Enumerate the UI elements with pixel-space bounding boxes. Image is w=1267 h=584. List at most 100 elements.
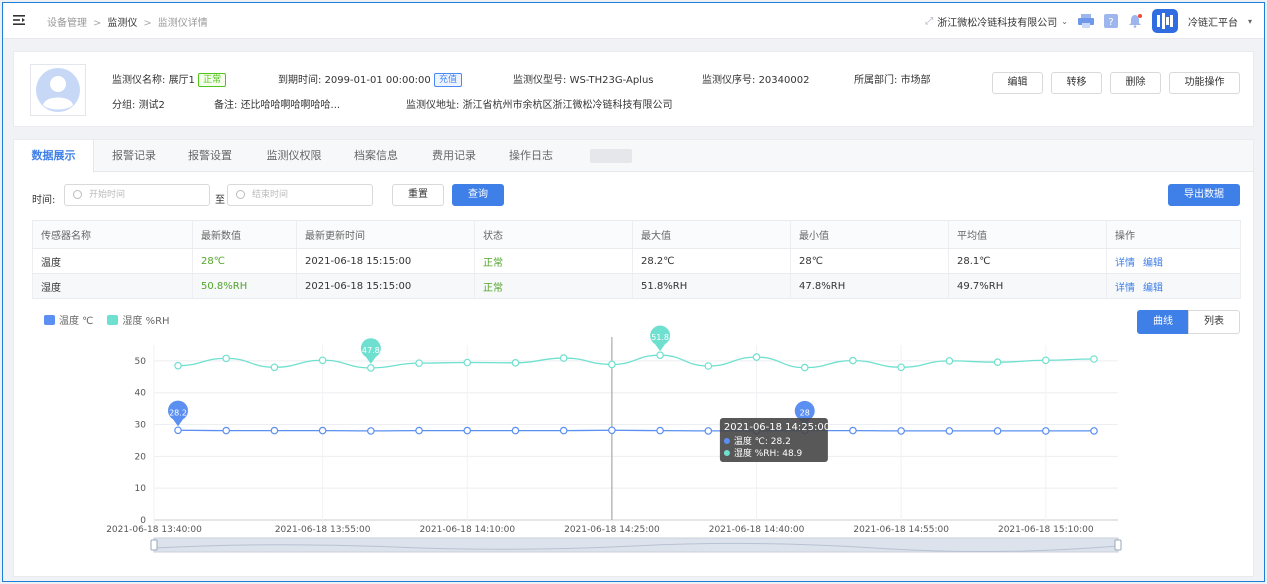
serial-label: 监测仪序号:: [702, 75, 756, 86]
tooltip-title: 2021-06-18 14:25:00: [724, 422, 830, 433]
marker-label: 51.8: [651, 333, 669, 342]
tooltip-swatch: [723, 438, 730, 444]
y-tick-label: 20: [135, 452, 147, 462]
svg-text:?: ?: [1108, 17, 1113, 28]
remark-field: 备注: 还比哈哈啊哈啊哈哈...: [214, 96, 340, 111]
data-point: [415, 426, 423, 435]
group-value: 测试2: [138, 100, 165, 111]
data-point: [704, 427, 713, 435]
x-tick-label: 2021-06-18 14:40:00: [709, 525, 805, 535]
x-tick-label: 2021-06-18 14:10:00: [419, 525, 515, 535]
data-point: [174, 361, 182, 370]
data-point: [945, 357, 954, 365]
y-tick-label: 40: [135, 389, 147, 399]
device-info-card: 监测仪名称: 展厅1 正常 到期时间: 2099-01-01 00:00:00 …: [13, 51, 1254, 127]
x-tick-label: 2021-06-18 14:25:00: [564, 525, 660, 535]
top-bar: 设备管理 > 监测仪 > 监测仪详情 ⤢ 浙江微松冷链科技有限公司 ⌄ ? 冷链汇平台 …: [3, 3, 1264, 39]
data-point: [608, 426, 616, 435]
group-label: 分组:: [112, 100, 136, 111]
serial-field: 监测仪序号: 20340002: [702, 71, 809, 86]
data-point: [849, 356, 857, 365]
device-name-label: 监测仪名称:: [112, 75, 166, 86]
x-tick-label: 2021-06-18 13:40:00: [106, 525, 202, 535]
data-point: [752, 353, 761, 361]
model-value: WS-TH23G-Aplus: [569, 75, 654, 86]
zoom-handle-right[interactable]: [1114, 539, 1122, 551]
dept-field: 所属部门: 市场部: [854, 71, 931, 86]
marker-label: 47.8: [362, 346, 380, 355]
top-right-area: ⤢ 浙江微松冷链科技有限公司 ⌄ ? 冷链汇平台 ▾: [925, 9, 1252, 33]
help-icon[interactable]: ?: [1103, 14, 1118, 28]
address-label: 监测仪地址:: [406, 100, 460, 111]
series-line-0: [177, 429, 1094, 432]
breadcrumb-device-management[interactable]: 设备管理: [47, 18, 87, 29]
x-tick-label: 2021-06-18 15:10:00: [998, 525, 1094, 535]
data-point: [897, 363, 905, 372]
breadcrumb: 设备管理 > 监测仪 > 监测仪详情: [47, 14, 208, 29]
y-tick-label: 10: [135, 484, 147, 494]
data-point: [463, 358, 472, 367]
device-avatar: [30, 64, 86, 116]
breadcrumb-separator: >: [143, 18, 152, 29]
data-point: [945, 427, 954, 435]
company-name: 浙江微松冷链科技有限公司: [937, 17, 1058, 29]
remark-label: 备注:: [214, 100, 238, 111]
data-point: [897, 427, 905, 435]
user-avatar-icon: [36, 68, 80, 112]
tooltip-line: 湿度 %RH: 48.9: [734, 447, 803, 459]
breadcrumb-monitor-detail: 监测仪详情: [157, 18, 208, 29]
breadcrumb-separator: >: [93, 18, 102, 29]
data-point: [656, 426, 664, 435]
recharge-button[interactable]: 充值: [433, 73, 462, 87]
data-point: [1090, 355, 1098, 363]
platform-name[interactable]: 冷链汇平台: [1188, 14, 1238, 29]
group-field: 分组: 测试2: [112, 96, 165, 111]
marker-label: 28: [800, 409, 810, 418]
expire-field: 到期时间: 2099-01-01 00:00:00 充值: [278, 71, 462, 87]
address-field: 监测仪地址: 浙江省杭州市余杭区浙江微松冷链科技有限公司: [406, 96, 673, 111]
address-value: 浙江省杭州市余杭区浙江微松冷链科技有限公司: [462, 100, 673, 111]
data-point: [270, 363, 279, 372]
expire-label: 到期时间:: [278, 75, 322, 86]
edit-button[interactable]: 编辑: [992, 72, 1043, 94]
data-point: [1090, 427, 1098, 435]
data-point: [367, 364, 375, 372]
marker-label: 28.2: [169, 408, 187, 417]
caret-down-icon[interactable]: ▾: [1248, 17, 1252, 26]
sensor-line-chart[interactable]: 010203040502021-06-18 13:40:00 2021-06-18…: [14, 140, 1255, 578]
fullscreen-icon[interactable]: ⤢: [925, 16, 933, 27]
notification-bell-icon[interactable]: [1128, 14, 1142, 28]
data-point: [222, 426, 231, 435]
model-label: 监测仪型号:: [513, 75, 567, 86]
data-point: [993, 358, 1002, 366]
y-tick-label: 30: [135, 421, 147, 431]
functions-button[interactable]: 功能操作: [1169, 72, 1240, 94]
data-point: [318, 426, 327, 435]
y-tick-label: 50: [135, 357, 147, 367]
tooltip-line: 温度 ℃: 28.2: [734, 435, 791, 447]
zoom-handle-left[interactable]: [150, 539, 158, 551]
data-point: [270, 426, 279, 435]
data-point: [608, 360, 616, 369]
data-point: [849, 426, 857, 435]
remark-value: 还比哈哈啊哈啊哈哈...: [240, 100, 341, 111]
data-point: [174, 426, 182, 435]
x-tick-label: 2021-06-18 13:55:00: [275, 525, 371, 535]
menu-toggle-icon[interactable]: [13, 15, 25, 25]
data-point: [993, 427, 1002, 435]
data-point: [367, 427, 375, 435]
data-point: [559, 426, 568, 435]
company-switcher[interactable]: ⤢ 浙江微松冷链科技有限公司 ⌄: [925, 14, 1068, 29]
status-badge: 正常: [198, 73, 227, 87]
breadcrumb-monitor[interactable]: 监测仪: [107, 18, 137, 29]
data-point: [1041, 427, 1050, 435]
delete-button[interactable]: 删除: [1110, 72, 1161, 94]
model-field: 监测仪型号: WS-TH23G-Aplus: [513, 71, 654, 86]
data-point: [656, 351, 664, 359]
data-point: [415, 359, 423, 367]
expire-value: 2099-01-01 00:00:00: [324, 75, 431, 86]
printer-icon[interactable]: [1077, 14, 1094, 28]
data-point: [511, 426, 520, 435]
data-point: [704, 362, 713, 370]
transfer-button[interactable]: 转移: [1051, 72, 1102, 94]
